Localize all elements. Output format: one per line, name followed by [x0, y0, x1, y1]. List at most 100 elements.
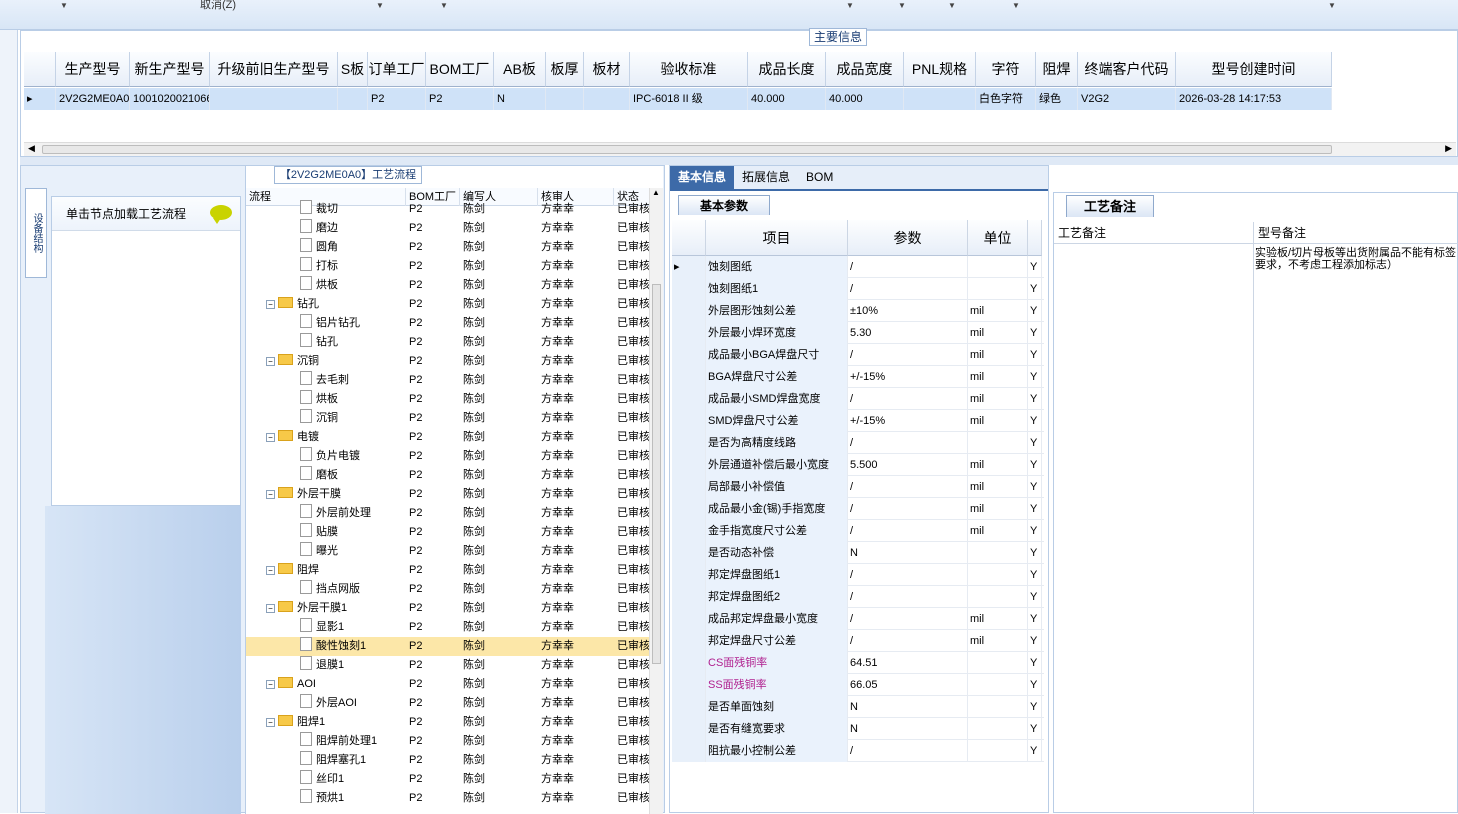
tab-basic-info[interactable]: 基本信息 — [670, 166, 735, 189]
vertical-scrollbar[interactable]: ▲ — [649, 188, 663, 814]
tree-row[interactable]: 圆角 P2 陈剑 方幸幸 已审核 — [246, 238, 650, 257]
tree-row[interactable]: 烘板 P2 陈剑 方幸幸 已审核 — [246, 390, 650, 409]
dropdown-arrow-icon[interactable]: ▼ — [1328, 1, 1336, 10]
dropdown-arrow-icon[interactable]: ▼ — [60, 1, 68, 10]
horizontal-scrollbar[interactable]: ◀ ▶ — [24, 142, 1456, 156]
tree-node[interactable]: 曝光 — [246, 542, 406, 561]
tree-node[interactable]: 外层前处理 — [246, 504, 406, 523]
tree-row[interactable]: 酸性蚀刻1 P2 陈剑 方幸幸 已审核 — [246, 637, 650, 656]
tree-row[interactable]: 退膜1 P2 陈剑 方幸幸 已审核 — [246, 656, 650, 675]
tree-node[interactable]: 丝印1 — [246, 770, 406, 789]
table-cell[interactable] — [338, 88, 368, 110]
param-value[interactable]: 5.500 — [848, 454, 968, 476]
nav-header[interactable]: 单击节点加载工艺流程 — [52, 197, 240, 231]
table-cell[interactable]: IPC-6018 II 级 — [630, 88, 748, 110]
param-value[interactable]: / — [848, 432, 968, 454]
tree-node[interactable]: 阻焊塞孔1 — [246, 751, 406, 770]
tree-node[interactable]: 磨边 — [246, 219, 406, 238]
tree-row[interactable]: 贴膜 P2 陈剑 方幸幸 已审核 — [246, 523, 650, 542]
tree-row[interactable]: 预烘1 P2 陈剑 方幸幸 已审核 — [246, 789, 650, 807]
column-header[interactable]: 成品宽度 — [826, 52, 904, 87]
table-row[interactable]: 是否动态补偿 N Y — [672, 542, 1044, 564]
table-cell[interactable] — [904, 88, 976, 110]
table-cell[interactable] — [546, 88, 584, 110]
table-row[interactable]: 金手指宽度尺寸公差 / mil Y — [672, 520, 1044, 542]
column-header[interactable]: 项目 — [706, 220, 848, 256]
param-value[interactable]: / — [848, 476, 968, 498]
tree-row[interactable]: − 阻焊 P2 陈剑 方幸幸 已审核 — [246, 561, 650, 580]
column-header[interactable]: BOM工厂 — [426, 52, 494, 87]
tree-row[interactable]: − AOI P2 陈剑 方幸幸 已审核 — [246, 675, 650, 694]
tree-node[interactable]: − AOI — [246, 675, 406, 694]
tree-node[interactable]: 退膜1 — [246, 656, 406, 675]
column-header[interactable]: 生产型号 — [56, 52, 130, 87]
table-cell[interactable]: 绿色 — [1036, 88, 1078, 110]
tree-row[interactable]: 阻焊前处理1 P2 陈剑 方幸幸 已审核 — [246, 732, 650, 751]
column-header[interactable]: 板厚 — [546, 52, 584, 87]
tree-node[interactable]: − 外层干膜1 — [246, 599, 406, 618]
tree-row[interactable]: 阻焊塞孔1 P2 陈剑 方幸幸 已审核 — [246, 751, 650, 770]
column-header[interactable]: S板 — [338, 52, 368, 87]
table-row[interactable]: ▸ 蚀刻图纸 / Y — [672, 256, 1044, 278]
tree-row[interactable]: 去毛刺 P2 陈剑 方幸幸 已审核 — [246, 371, 650, 390]
tree-row[interactable]: − 外层干膜1 P2 陈剑 方幸幸 已审核 — [246, 599, 650, 618]
process-tree[interactable]: 裁切 P2 陈剑 方幸幸 已审核 磨边 P2 陈剑 方幸幸 已审核 圆角 P2 陈剑 方幸幸 已审核 打标 P2… — [246, 200, 650, 807]
tree-row[interactable]: 外层AOI P2 陈剑 方幸幸 已审核 — [246, 694, 650, 713]
tree-row[interactable]: − 沉铜 P2 陈剑 方幸幸 已审核 — [246, 352, 650, 371]
column-header[interactable]: 验收标准 — [630, 52, 748, 87]
param-value[interactable]: 5.30 — [848, 322, 968, 344]
tree-row[interactable]: 负片电镀 P2 陈剑 方幸幸 已审核 — [246, 447, 650, 466]
table-row[interactable]: 邦定焊盘尺寸公差 / mil Y — [672, 630, 1044, 652]
tree-node[interactable]: − 钻孔 — [246, 295, 406, 314]
tree-row[interactable]: 丝印1 P2 陈剑 方幸幸 已审核 — [246, 770, 650, 789]
table-row[interactable]: 是否有缝宽要求 N Y — [672, 718, 1044, 740]
tree-row[interactable]: 打标 P2 陈剑 方幸幸 已审核 — [246, 257, 650, 276]
tree-node[interactable]: 打标 — [246, 257, 406, 276]
table-cell[interactable]: V2G2 — [1078, 88, 1176, 110]
column-header[interactable]: 订单工厂 — [368, 52, 426, 87]
scroll-thumb[interactable] — [42, 145, 1332, 154]
param-value[interactable]: 64.51 — [848, 652, 968, 674]
table-row[interactable]: 外层图形蚀刻公差 ±10% mil Y — [672, 300, 1044, 322]
param-value[interactable]: / — [848, 388, 968, 410]
table-row[interactable]: 是否单面蚀刻 N Y — [672, 696, 1044, 718]
column-header[interactable]: 型号创建时间 — [1176, 52, 1332, 87]
column-header[interactable]: 成品长度 — [748, 52, 826, 87]
dropdown-arrow-icon[interactable]: ▼ — [440, 1, 448, 10]
table-cell[interactable]: 40.000 — [748, 88, 826, 110]
table-row[interactable]: 邦定焊盘图纸2/ Y — [672, 586, 1044, 608]
tree-row[interactable]: 曝光 P2 陈剑 方幸幸 已审核 — [246, 542, 650, 561]
collapse-icon[interactable]: − — [266, 680, 275, 689]
tree-row[interactable]: − 电镀 P2 陈剑 方幸幸 已审核 — [246, 428, 650, 447]
table-cell[interactable]: 2026-03-28 14:17:53 — [1176, 88, 1332, 110]
scroll-right-icon[interactable]: ▶ — [1445, 143, 1452, 154]
param-value[interactable]: N — [848, 542, 968, 564]
table-row[interactable]: 是否为高精度线路 / Y — [672, 432, 1044, 454]
column-header[interactable]: PNL规格 — [904, 52, 976, 87]
tree-node[interactable]: 沉铜 — [246, 409, 406, 428]
tree-node[interactable]: 烘板 — [246, 276, 406, 295]
table-row[interactable]: 外层通道补偿后最小宽度 5.500 mil Y — [672, 454, 1044, 476]
column-header[interactable]: 阻焊 — [1036, 52, 1078, 87]
tree-node[interactable]: − 阻焊 — [246, 561, 406, 580]
param-value[interactable]: / — [848, 608, 968, 630]
dropdown-arrow-icon[interactable]: ▼ — [376, 1, 384, 10]
tree-node[interactable]: 磨板 — [246, 466, 406, 485]
tree-row[interactable]: 显影1 P2 陈剑 方幸幸 已审核 — [246, 618, 650, 637]
tab-extended-info[interactable]: 拓展信息 — [734, 166, 798, 189]
param-value[interactable]: / — [848, 740, 968, 762]
tree-node[interactable]: 负片电镀 — [246, 447, 406, 466]
tab-bom[interactable]: BOM — [798, 166, 841, 189]
scroll-left-icon[interactable]: ◀ — [28, 143, 35, 154]
param-value[interactable]: N — [848, 718, 968, 740]
table-row[interactable]: CS面残铜率 64.51 Y — [672, 652, 1044, 674]
table-row[interactable]: SS面残铜率 66.05 Y — [672, 674, 1044, 696]
param-value[interactable]: / — [848, 586, 968, 608]
collapse-icon[interactable]: − — [266, 490, 275, 499]
collapse-icon[interactable]: − — [266, 433, 275, 442]
table-row[interactable]: 局部最小补偿值 / mil Y — [672, 476, 1044, 498]
tree-row[interactable]: 外层前处理 P2 陈剑 方幸幸 已审核 — [246, 504, 650, 523]
table-cell[interactable] — [584, 88, 630, 110]
dropdown-arrow-icon[interactable]: ▼ — [1012, 1, 1020, 10]
tree-row[interactable]: − 阻焊1 P2 陈剑 方幸幸 已审核 — [246, 713, 650, 732]
